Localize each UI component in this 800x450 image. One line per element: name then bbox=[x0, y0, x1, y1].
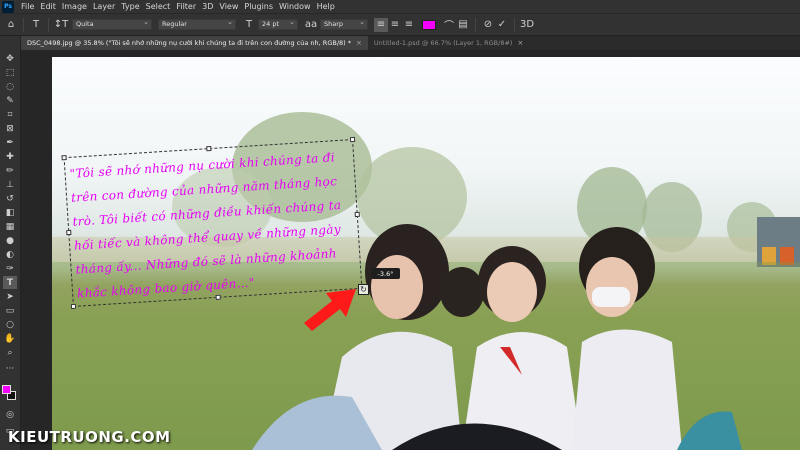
menu-file[interactable]: File bbox=[18, 0, 37, 13]
more-tools-icon[interactable]: ··· bbox=[3, 362, 17, 375]
gradient-tool-icon[interactable]: ▦ bbox=[3, 220, 17, 233]
healing-brush-tool-icon[interactable]: ✚ bbox=[3, 150, 17, 163]
eraser-tool-icon[interactable]: ◧ bbox=[3, 206, 17, 219]
dodge-tool-icon[interactable]: ◐ bbox=[3, 248, 17, 261]
tab-dsc-0498[interactable]: DSC_0498.jpg @ 35.8% ("Tôi sẽ nhớ những … bbox=[21, 36, 368, 50]
rotate-cursor-icon: ↻ bbox=[358, 284, 369, 295]
photoshop-logo-icon: Ps bbox=[2, 0, 14, 13]
close-icon[interactable]: × bbox=[517, 39, 523, 47]
canvas-text-content[interactable]: "Tôi sẽ nhớ những nụ cười khi chúng ta đ… bbox=[69, 144, 359, 305]
path-selection-tool-icon[interactable]: ➤ bbox=[3, 290, 17, 303]
text-orientation-icon[interactable]: ↕T bbox=[54, 18, 69, 32]
photoshop-window: Ps File Edit Image Layer Type Select Fil… bbox=[0, 0, 800, 450]
menu-plugins[interactable]: Plugins bbox=[241, 0, 276, 13]
align-right-icon[interactable]: ≡ bbox=[402, 18, 416, 32]
close-icon[interactable]: × bbox=[356, 39, 362, 47]
type-tool-icon[interactable]: T bbox=[3, 276, 17, 289]
document-tab-bar: DSC_0498.jpg @ 35.8% ("Tôi sẽ nhớ những … bbox=[21, 36, 800, 50]
text-layer-bounding-box[interactable]: "Tôi sẽ nhớ những nụ cười khi chúng ta đ… bbox=[61, 136, 365, 310]
align-center-icon[interactable]: ≡ bbox=[388, 18, 402, 32]
options-bar: ⌂ T ↕T Quita Regular T 24 pt aa Sharp ≡ … bbox=[0, 13, 800, 36]
3d-icon[interactable]: 3D bbox=[520, 18, 534, 32]
anti-alias-select[interactable]: Sharp bbox=[320, 18, 368, 30]
frame-tool-icon[interactable]: ⊠ bbox=[3, 122, 17, 135]
rectangle-tool-icon[interactable]: ▭ bbox=[3, 304, 17, 317]
tab-label: Untitled-1.psd @ 66.7% (Layer 1, RGB/8#) bbox=[373, 39, 513, 47]
type-tool-preset-icon[interactable]: T bbox=[29, 18, 43, 32]
font-size-select[interactable]: 24 pt bbox=[258, 18, 298, 30]
crop-tool-icon[interactable]: ⌗ bbox=[3, 108, 17, 121]
menu-type[interactable]: Type bbox=[118, 0, 142, 13]
transform-handle[interactable] bbox=[66, 229, 72, 236]
separator bbox=[23, 17, 24, 32]
warp-text-icon[interactable]: ⌒ bbox=[442, 18, 456, 32]
move-tool-icon[interactable]: ✥ bbox=[3, 52, 17, 65]
menu-view[interactable]: View bbox=[216, 0, 241, 13]
align-left-icon[interactable]: ≡ bbox=[374, 17, 388, 32]
menu-bar: Ps File Edit Image Layer Type Select Fil… bbox=[0, 0, 800, 13]
font-size-icon: T bbox=[245, 19, 253, 30]
transform-handle[interactable] bbox=[61, 155, 67, 161]
menu-window[interactable]: Window bbox=[276, 0, 314, 13]
clone-stamp-tool-icon[interactable]: ⊥ bbox=[3, 178, 17, 191]
menu-filter[interactable]: Filter bbox=[173, 0, 199, 13]
commit-check-icon[interactable]: ✓ bbox=[495, 18, 509, 32]
quick-mask-icon[interactable]: ◎ bbox=[3, 408, 17, 421]
character-panel-icon[interactable]: ▤ bbox=[456, 18, 470, 32]
blur-tool-icon[interactable]: ● bbox=[3, 234, 17, 247]
transform-handle[interactable] bbox=[349, 136, 356, 143]
separator bbox=[475, 17, 476, 32]
rotation-angle-readout: -3.6° bbox=[371, 268, 400, 279]
text-color-swatch[interactable] bbox=[422, 19, 436, 30]
home-icon[interactable]: ⌂ bbox=[4, 18, 18, 32]
tab-label: DSC_0498.jpg @ 35.8% ("Tôi sẽ nhớ những … bbox=[27, 39, 351, 47]
menu-image[interactable]: Image bbox=[59, 0, 90, 13]
ellipse-tool-icon[interactable]: ○ bbox=[3, 318, 17, 331]
tools-panel: ✥ ⬚ ◌ ✎ ⌗ ⊠ ✒ ✚ ✏ ⊥ ↺ ◧ ▦ ● ◐ ✑ T ➤ ▭ ○ … bbox=[0, 36, 21, 450]
hand-tool-icon[interactable]: ✋ bbox=[3, 332, 17, 345]
font-style-select[interactable]: Regular bbox=[158, 18, 236, 30]
anti-alias-icon: aa bbox=[304, 19, 318, 30]
tab-untitled-1[interactable]: Untitled-1.psd @ 66.7% (Layer 1, RGB/8#)… bbox=[368, 36, 529, 50]
separator bbox=[48, 17, 49, 32]
menu-3d[interactable]: 3D bbox=[199, 0, 216, 13]
eyedropper-tool-icon[interactable]: ✒ bbox=[3, 136, 17, 149]
menu-help[interactable]: Help bbox=[314, 0, 338, 13]
cancel-edit-icon[interactable]: ⊘ bbox=[481, 18, 495, 32]
separator bbox=[514, 17, 515, 32]
history-brush-tool-icon[interactable]: ↺ bbox=[3, 192, 17, 205]
zoom-tool-icon[interactable]: ⌕ bbox=[3, 346, 17, 359]
quick-select-tool-icon[interactable]: ✎ bbox=[3, 94, 17, 107]
marquee-tool-icon[interactable]: ⬚ bbox=[3, 66, 17, 79]
menu-layer[interactable]: Layer bbox=[90, 0, 118, 13]
transform-handle[interactable] bbox=[206, 145, 212, 152]
transform-handle[interactable] bbox=[354, 211, 360, 218]
foreground-color-swatch[interactable] bbox=[2, 385, 11, 394]
menu-select[interactable]: Select bbox=[143, 0, 174, 13]
site-watermark: KIEUTRUONG.COM bbox=[8, 428, 171, 446]
brush-tool-icon[interactable]: ✏ bbox=[3, 164, 17, 177]
font-family-select[interactable]: Quita bbox=[72, 18, 152, 30]
red-arrow-icon bbox=[304, 289, 356, 331]
menu-edit[interactable]: Edit bbox=[37, 0, 59, 13]
lasso-tool-icon[interactable]: ◌ bbox=[3, 80, 17, 93]
pen-tool-icon[interactable]: ✑ bbox=[3, 262, 17, 275]
transform-handle[interactable] bbox=[70, 303, 77, 310]
